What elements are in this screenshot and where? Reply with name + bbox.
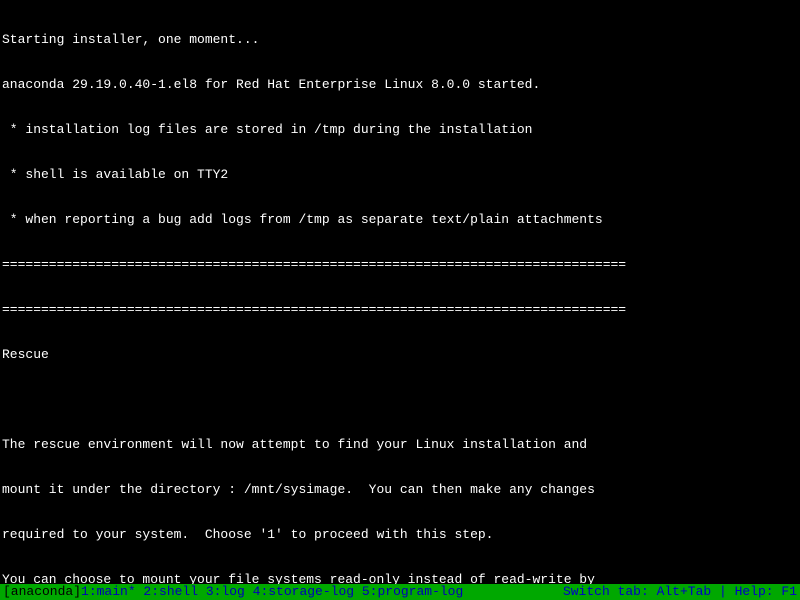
body-line: mount it under the directory : /mnt/sysi…	[2, 482, 800, 497]
divider: ========================================…	[2, 257, 800, 272]
boot-line: * shell is available on TTY2	[2, 167, 800, 182]
session-name: [anaconda]	[3, 584, 81, 599]
tmux-statusbar: [anaconda]1:main* 2:shell 3:log 4:storag…	[0, 584, 800, 600]
body-line: The rescue environment will now attempt …	[2, 437, 800, 452]
blank-line	[2, 392, 800, 407]
tab-list[interactable]: 1:main* 2:shell 3:log 4:storage-log 5:pr…	[81, 584, 463, 599]
boot-line: * installation log files are stored in /…	[2, 122, 800, 137]
status-left: [anaconda]1:main* 2:shell 3:log 4:storag…	[3, 584, 463, 600]
body-line: required to your system. Choose '1' to p…	[2, 527, 800, 542]
status-help: Switch tab: Alt+Tab | Help: F1	[563, 584, 797, 600]
boot-line: * when reporting a bug add logs from /tm…	[2, 212, 800, 227]
section-title: Rescue	[2, 347, 800, 362]
terminal-screen: Starting installer, one moment... anacon…	[0, 0, 800, 600]
boot-line: Starting installer, one moment...	[2, 32, 800, 47]
divider: ========================================…	[2, 302, 800, 317]
boot-line: anaconda 29.19.0.40-1.el8 for Red Hat En…	[2, 77, 800, 92]
console-output: Starting installer, one moment... anacon…	[0, 0, 800, 600]
